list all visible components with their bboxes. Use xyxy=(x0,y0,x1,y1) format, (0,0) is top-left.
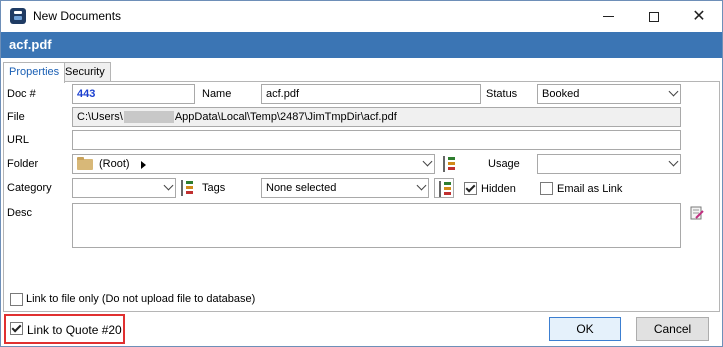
usage-select[interactable] xyxy=(537,154,681,174)
document-header-title: acf.pdf xyxy=(9,37,52,52)
chevron-down-icon xyxy=(668,156,679,167)
tags-tree-button[interactable] xyxy=(434,178,454,198)
maximize-icon xyxy=(649,11,659,22)
usage-label: Usage xyxy=(488,158,520,170)
chevron-down-icon xyxy=(163,180,174,191)
desc-textarea[interactable] xyxy=(72,203,681,248)
checkmark-icon xyxy=(465,182,476,193)
caret-right-icon xyxy=(141,161,146,169)
link-file-only-label: Link to file only (Do not upload file to… xyxy=(26,293,256,305)
checkmark-icon xyxy=(11,322,22,333)
title-bar: New Documents ✕ xyxy=(1,1,722,32)
doc-number-label: Doc # xyxy=(7,88,36,100)
file-path-suffix: AppData\Local\Temp\2487\JimTmpDir\acf.pd… xyxy=(174,111,397,123)
folder-icon xyxy=(77,157,93,170)
minimize-button[interactable] xyxy=(585,1,631,32)
link-file-only-checkbox[interactable] xyxy=(10,293,23,306)
doc-number-field[interactable]: 443 xyxy=(72,84,195,104)
link-to-quote-checkbox[interactable] xyxy=(10,322,23,335)
edit-note-button[interactable] xyxy=(690,206,704,220)
tags-select[interactable]: None selected xyxy=(261,178,429,198)
email-as-link-checkbox[interactable] xyxy=(540,182,553,195)
link-to-quote-label: Link to Quote #20 xyxy=(27,323,122,337)
category-select[interactable] xyxy=(72,178,176,198)
desc-label: Desc xyxy=(7,207,33,219)
tab-security[interactable]: Security xyxy=(59,62,111,82)
url-field[interactable] xyxy=(72,130,681,150)
chevron-down-icon xyxy=(422,156,433,167)
document-header: acf.pdf xyxy=(1,32,722,58)
window-title: New Documents xyxy=(33,9,122,23)
email-as-link-label: Email as Link xyxy=(557,183,623,195)
tab-properties[interactable]: Properties xyxy=(3,62,66,83)
status-label: Status xyxy=(486,88,518,100)
url-label: URL xyxy=(7,134,30,146)
app-logo-icon xyxy=(10,8,26,24)
chevron-down-icon xyxy=(416,180,427,191)
maximize-button[interactable] xyxy=(631,1,677,32)
hidden-label: Hidden xyxy=(481,183,516,195)
folder-select[interactable]: (Root) xyxy=(72,154,435,174)
folder-label: Folder xyxy=(7,158,39,170)
folder-tree-button[interactable] xyxy=(439,154,459,174)
tags-value: None selected xyxy=(266,182,337,194)
name-label: Name xyxy=(202,88,232,100)
status-value: Booked xyxy=(542,88,580,100)
folder-value: (Root) xyxy=(99,158,130,170)
hidden-checkbox[interactable] xyxy=(464,182,477,195)
edit-note-icon xyxy=(690,206,704,220)
category-label: Category xyxy=(7,182,52,194)
file-path-prefix: C:\Users\ xyxy=(77,111,123,123)
close-button[interactable]: ✕ xyxy=(676,1,722,32)
tags-label: Tags xyxy=(202,182,226,194)
ok-button[interactable]: OK xyxy=(549,317,621,341)
doc-number-value: 443 xyxy=(77,88,96,100)
chevron-down-icon xyxy=(668,86,679,97)
name-field[interactable]: acf.pdf xyxy=(261,84,481,104)
redacted-username xyxy=(123,111,174,124)
cancel-button[interactable]: Cancel xyxy=(636,317,709,341)
new-documents-dialog: New Documents ✕ acf.pdf Properties Secur… xyxy=(0,0,723,347)
file-label: File xyxy=(7,111,25,123)
status-select[interactable]: Booked xyxy=(537,84,681,104)
category-tree-button[interactable] xyxy=(177,178,197,198)
close-icon: ✕ xyxy=(692,8,706,25)
minimize-icon xyxy=(602,16,614,18)
file-path-field: C:\Users\ AppData\Local\Temp\2487\JimTmpD… xyxy=(72,107,681,127)
name-value: acf.pdf xyxy=(266,88,300,100)
